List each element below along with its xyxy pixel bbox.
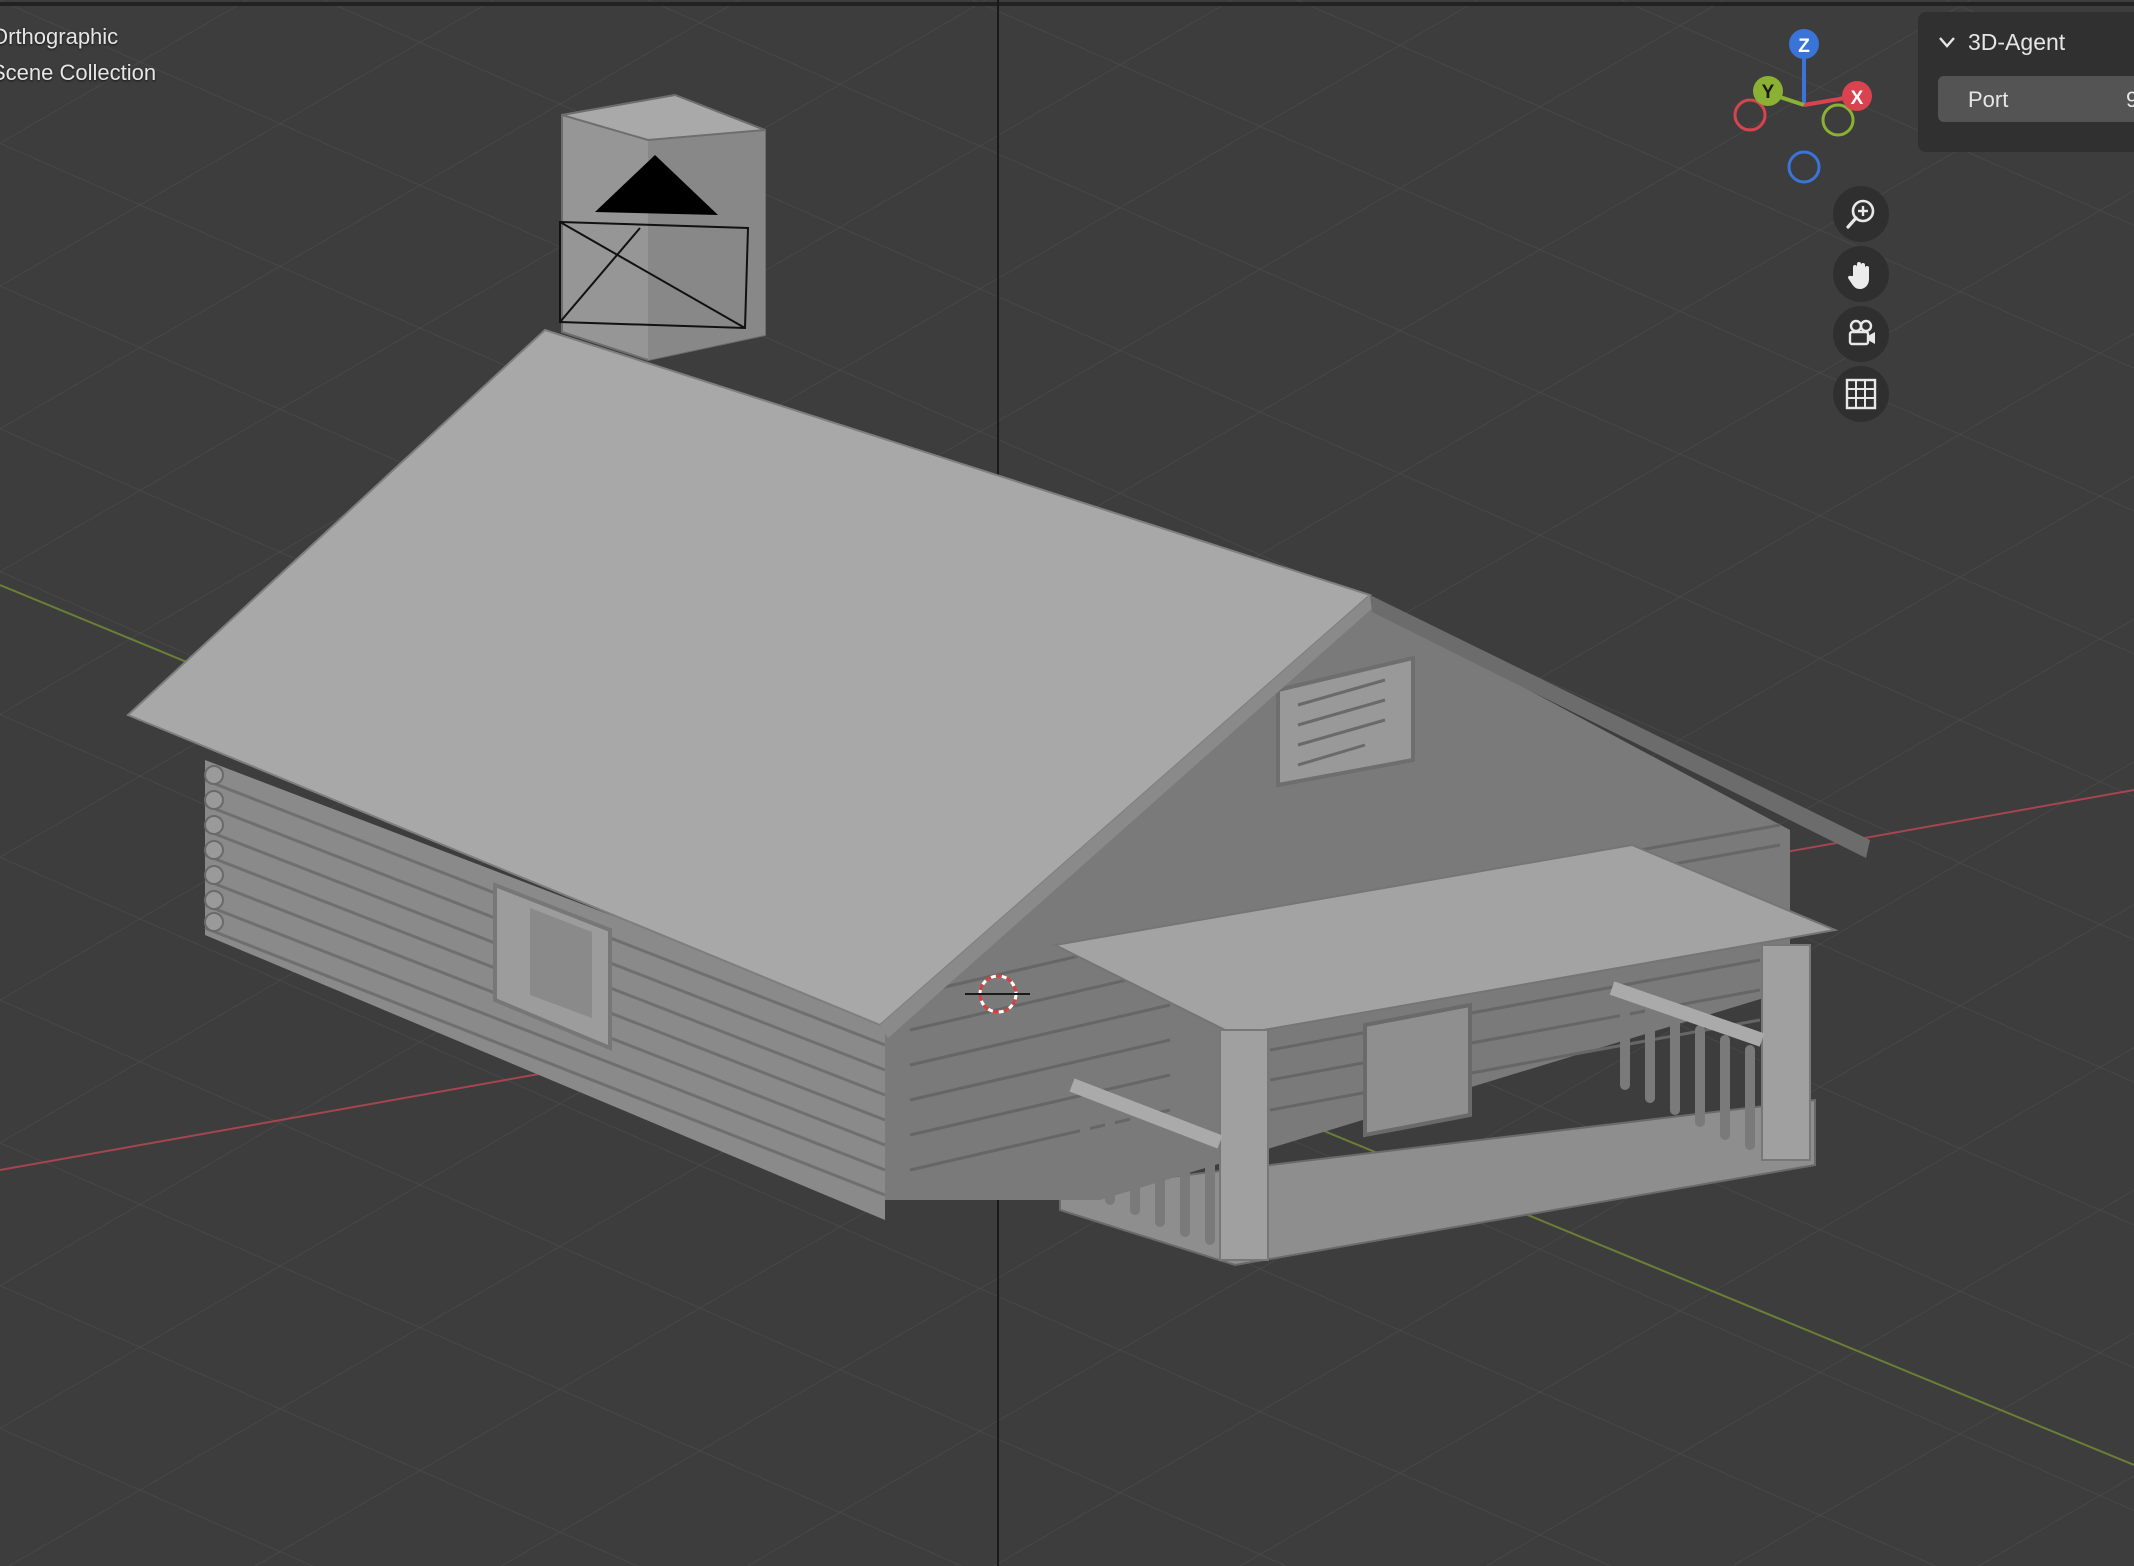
collection-label: Scene Collection [0,60,157,85]
chevron-down-icon [1939,37,1955,48]
3d-viewport[interactable]: Z X Y [0,0,2134,1566]
perspective-toggle-button[interactable] [1833,366,1889,422]
panel-title: 3D-Agent [1968,28,2066,55]
gizmo-y-label: Y [1762,82,1775,103]
hand-pan-icon [1847,262,1869,289]
port-value[interactable]: 98 [2126,87,2134,113]
gizmo-z-label: Z [1798,36,1810,57]
camera-view-button[interactable] [1833,306,1889,362]
view-mode-label: Orthographic [0,24,119,49]
panel-header-3d-agent[interactable]: 3D-Agent [1936,22,2065,62]
camera-icon [1848,319,1875,346]
pan-button[interactable] [1833,246,1889,302]
port-label: Port [1968,87,2009,112]
port-field[interactable]: Port 98 [1938,76,2134,122]
gizmo-x-label: X [1851,88,1864,109]
zoom-button[interactable] [1833,186,1889,242]
grid-icon [1845,378,1877,410]
zoom-icon [1846,199,1875,229]
sidebar-panel: 3D-Agent Port 98 [1918,12,2134,152]
